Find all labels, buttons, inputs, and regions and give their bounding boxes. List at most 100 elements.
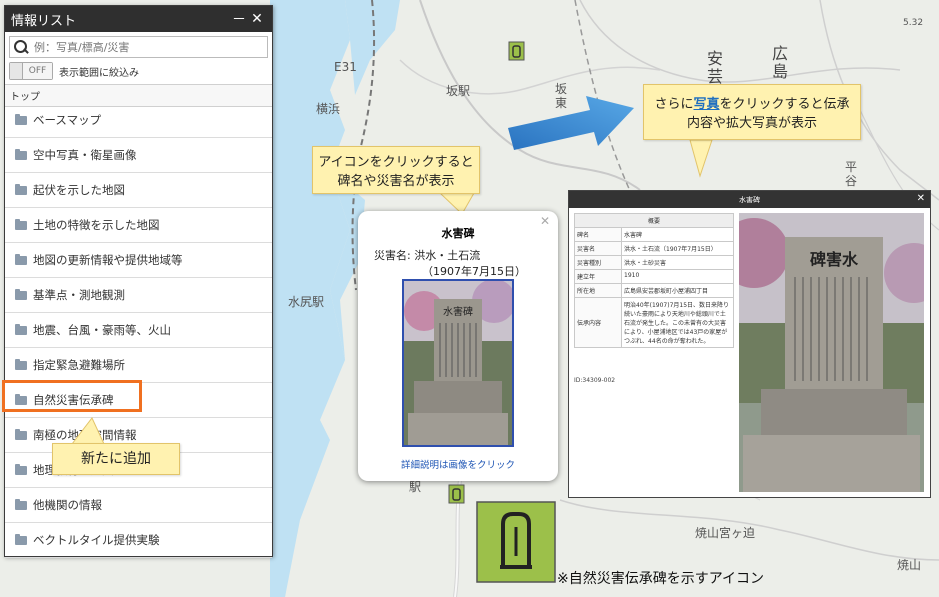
list-item-aerial[interactable]: 空中写真・衛星画像 [5, 138, 272, 173]
folder-icon [15, 358, 27, 370]
table-value: 水害碑 [621, 227, 734, 242]
folder-icon [15, 288, 27, 300]
folder-icon [15, 218, 27, 230]
list-item-label: 起伏を示した地図 [33, 183, 125, 197]
photo-click-callout-line1: さらに写真をクリックすると伝承 [644, 93, 860, 112]
popup-disaster-name: 災害名: 洪水・土石流 [374, 249, 481, 262]
map-label-yakeyama: 焼山 [897, 558, 922, 572]
list-item-land-features[interactable]: 土地の特徴を示した地図 [5, 208, 272, 243]
icon-caption: ※自然災害伝承碑を示すアイコン [557, 571, 765, 587]
table-row: 建立年 1910 [574, 269, 734, 284]
map-label-aki: 安芸 [707, 49, 724, 86]
list-item-label: 他機関の情報 [33, 498, 102, 512]
detail-title: 水害碑 [739, 195, 760, 204]
list-item-evacuation[interactable]: 指定緊急避難場所 [5, 348, 272, 383]
popup-title: 水害碑 [441, 227, 475, 240]
table-value: 広島県安芸郡坂町小屋浦四丁目 [621, 283, 734, 298]
detail-header: 水害碑 ✕ [569, 191, 930, 208]
list-item-label: 基準点・測地観測 [33, 288, 125, 302]
table-key: 災害名 [574, 241, 622, 256]
detail-table: 概要 碑名 水害碑 災害名 洪水・土石流（1907年7月15日） 災害種別 洪水・土砂… [574, 213, 734, 348]
table-row: 災害種別 洪水・土砂災害 [574, 255, 734, 270]
list-item-updates[interactable]: 地図の更新情報や提供地域等 [5, 243, 272, 278]
monument-id: ID:34309-002 [574, 377, 616, 384]
list-item-vector-tiles[interactable]: ベクトルタイル提供実験 [5, 523, 272, 558]
table-row: 災害名 洪水・土石流（1907年7月15日） [574, 241, 734, 256]
range-filter-toggle[interactable]: OFF [9, 62, 53, 80]
toggle-label: 表示範囲に絞込み [59, 67, 139, 79]
folder-icon [15, 148, 27, 160]
monument-photo-graphic: 水害碑 [404, 281, 512, 445]
detail-table-header: 概要 [574, 213, 734, 228]
folder-icon [15, 323, 27, 335]
toggle-knob [10, 63, 23, 79]
table-key: 建立年 [574, 269, 622, 284]
photo-link-label: 写真 [693, 97, 720, 112]
list-item-label: 土地の特徴を示した地図 [33, 218, 160, 232]
list-item-label: 指定緊急避難場所 [33, 358, 125, 372]
folder-icon [15, 113, 27, 125]
folder-icon [15, 533, 27, 545]
table-value: 洪水・土石流（1907年7月15日） [621, 241, 734, 256]
icon-click-callout-line2: 碑名や災害名が表示 [337, 174, 455, 189]
detail-link[interactable]: 詳細説明は画像をクリック [358, 457, 558, 471]
folder-icon [15, 183, 27, 195]
map-label-hiratani: 平谷 [845, 160, 858, 188]
table-row: 伝承内容 明治40年(1907)7月15日、数日来降り続いた豪雨により天地川や総頭… [574, 297, 734, 348]
search-icon [13, 39, 29, 55]
map-label-elevation: 5.32 [903, 18, 924, 28]
search-input[interactable] [32, 39, 267, 55]
list-item-control-points[interactable]: 基準点・測地観測 [5, 278, 272, 313]
table-value: 洪水・土砂災害 [621, 255, 734, 270]
map-label-sakahigashi: 坂東 [555, 82, 568, 110]
folder-icon [15, 253, 27, 265]
search-box [9, 36, 268, 58]
stone-inscription-large: 碑害水 [810, 250, 859, 269]
photo-click-suffix: をクリックすると伝承 [719, 97, 850, 112]
folder-icon [15, 498, 27, 510]
minimize-button[interactable]: － [230, 9, 248, 29]
popup-close-button[interactable]: ✕ [540, 214, 550, 228]
category-list: ベースマップ 空中写真・衛星画像 起伏を示した地図 土地の特徴を示した地図 地図… [5, 103, 272, 558]
panel-header: 情報リスト － ✕ [5, 6, 272, 32]
monument-photo-large-graphic: 碑害水 [739, 213, 924, 492]
icon-click-callout-line1: アイコンをクリックすると [318, 155, 474, 170]
table-value: 1910 [621, 269, 734, 284]
close-button[interactable]: ✕ [248, 11, 266, 27]
list-item-other-agencies[interactable]: 他機関の情報 [5, 488, 272, 523]
monument-photo-thumbnail[interactable]: 水害碑 [402, 279, 514, 447]
map-label-yokohama: 横浜 [316, 102, 341, 116]
list-item-disasters[interactable]: 地震、台風・豪雨等、火山 [5, 313, 272, 348]
photo-click-callout-line2: 内容や拡大写真が表示 [686, 116, 817, 131]
table-value: 明治40年(1907)7月15日、数日来降り続いた豪雨により天地川や総頭川で土石… [621, 297, 734, 348]
map-label-mizushiri: 水尻駅 [288, 295, 325, 309]
table-row: 所在地 広島県安芸郡坂町小屋浦四丁目 [574, 283, 734, 298]
list-item-label: ベースマップ [33, 113, 102, 127]
toggle-state: OFF [23, 63, 52, 79]
stone-inscription: 水害碑 [443, 305, 473, 318]
panel-title: 情報リスト [11, 13, 77, 29]
photo-click-callout: さらに写真をクリックすると伝承 内容や拡大写真が表示 [643, 84, 861, 140]
list-item-basemap[interactable]: ベースマップ [5, 103, 272, 138]
table-key: 碑名 [574, 227, 622, 242]
map-label-route: E31 [334, 60, 357, 74]
popup-disaster-date: （1907年7月15日） [422, 265, 526, 278]
detail-window: 水害碑 ✕ 概要 碑名 水害碑 災害名 洪水・土石流（1907年7月15日） 災害種… [568, 190, 931, 498]
table-key: 所在地 [574, 283, 622, 298]
icon-click-callout: アイコンをクリックすると 碑名や災害名が表示 [312, 146, 480, 194]
list-item-label: 地震、台風・豪雨等、火山 [33, 323, 171, 337]
folder-icon [15, 463, 27, 475]
list-item-relief[interactable]: 起伏を示した地図 [5, 173, 272, 208]
list-item-label: 南極の地理空間情報 [33, 428, 137, 442]
table-key: 災害種別 [574, 255, 622, 270]
new-item-highlight [2, 380, 142, 412]
map-label-saka-station: 坂駅 [446, 84, 471, 98]
list-item-label: ベクトルタイル提供実験 [33, 533, 160, 547]
table-row: 碑名 水害碑 [574, 227, 734, 242]
detail-close-button[interactable]: ✕ [917, 193, 925, 204]
list-item-label: 空中写真・衛星画像 [33, 148, 137, 162]
table-key: 伝承内容 [574, 297, 622, 348]
list-item-label: 地図の更新情報や提供地域等 [33, 253, 183, 267]
monument-popup: ✕ 水害碑 災害名: 洪水・土石流 （1907年7月15日） 水害碑 詳細説明は… [358, 211, 558, 481]
map-label-hiroshima: 広島 [772, 44, 789, 81]
